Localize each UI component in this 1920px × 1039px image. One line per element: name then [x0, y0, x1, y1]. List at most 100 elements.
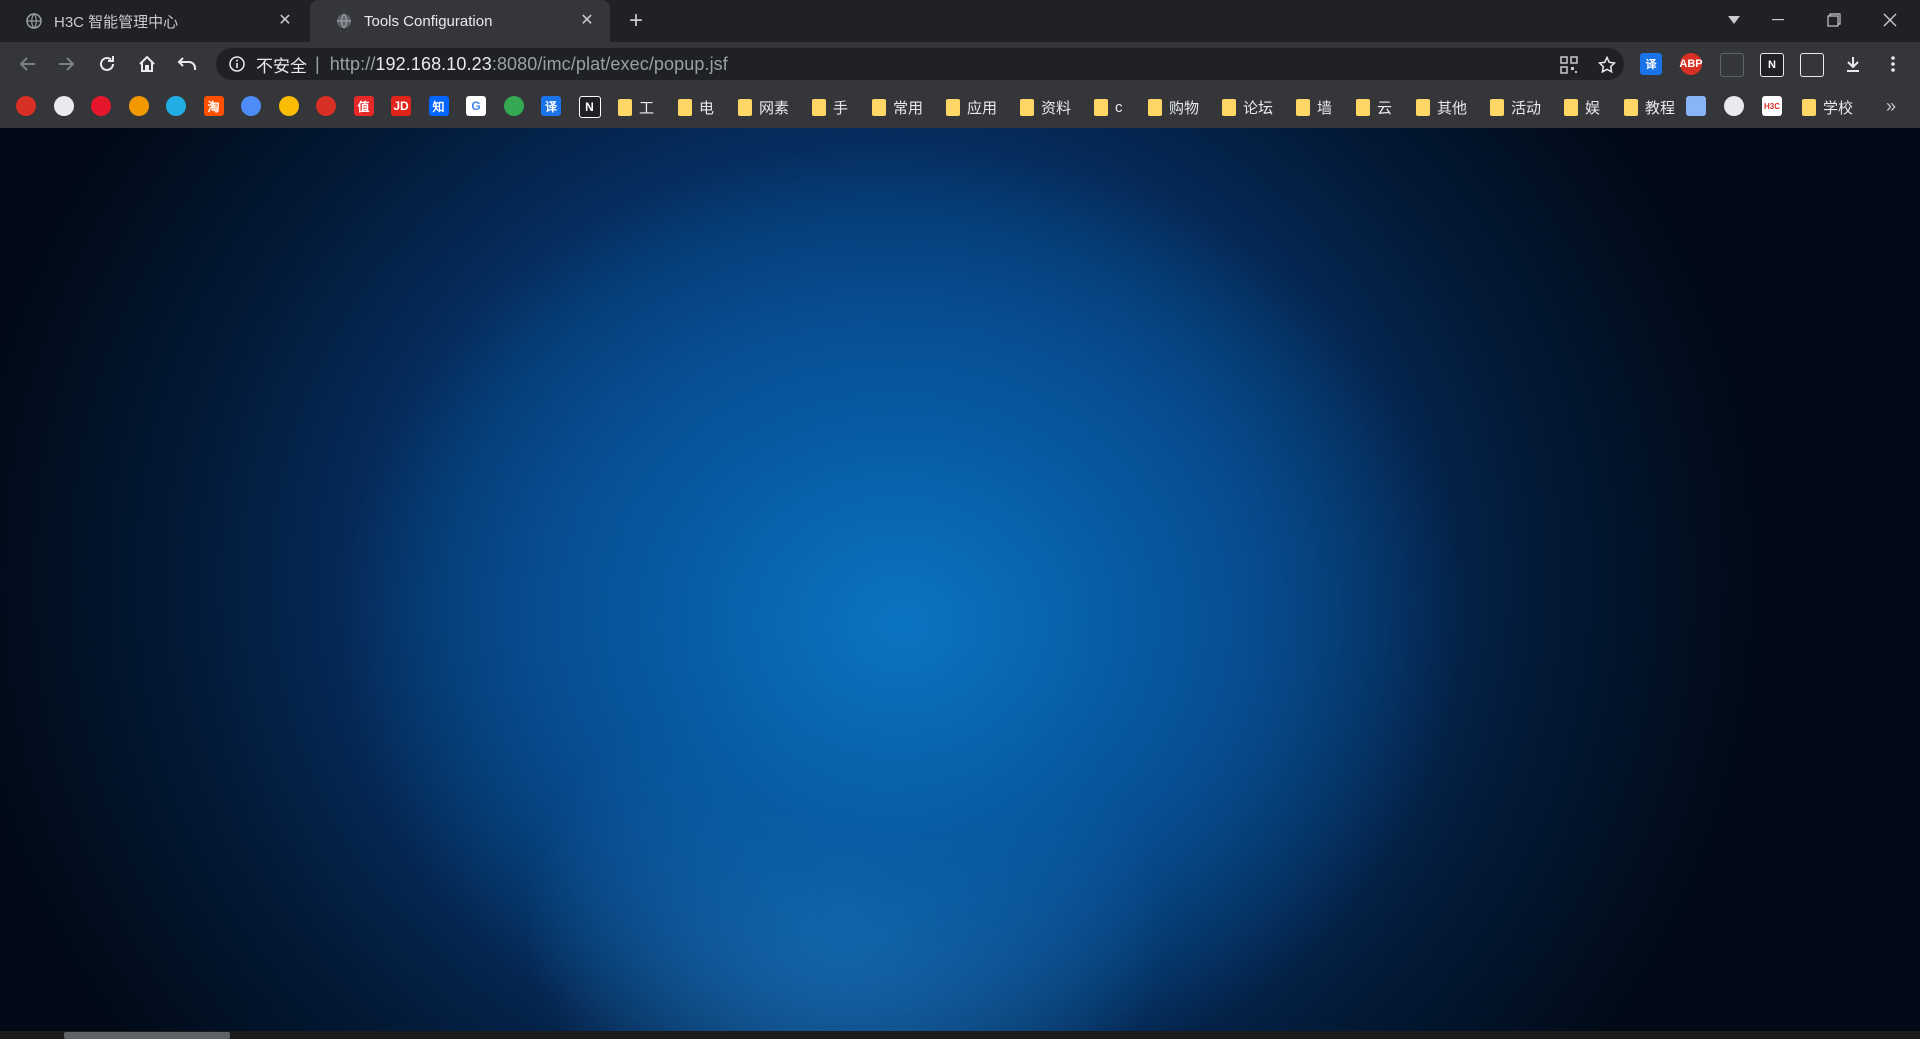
tab-tools-configuration[interactable]: Tools Configuration ✕: [310, 0, 610, 42]
folder-icon: [1020, 98, 1034, 116]
bookmark-folder-label: 购物: [1169, 99, 1200, 117]
folder-icon: [678, 98, 692, 116]
info-icon[interactable]: [228, 55, 246, 73]
jd-icon[interactable]: JD: [391, 96, 411, 116]
horizontal-scrollbar[interactable]: [0, 1031, 1920, 1039]
baidu-netdisk-icon[interactable]: [241, 96, 261, 116]
translate-extension-icon[interactable]: 译: [1640, 53, 1662, 75]
qr-code-icon[interactable]: [1558, 54, 1580, 76]
globe-icon[interactable]: [53, 96, 74, 116]
zhihu-icon[interactable]: 知: [428, 96, 449, 116]
bookmark-folder-label: 云: [1377, 99, 1393, 117]
globe-icon: [26, 13, 42, 29]
bookmark-folder-label: 应用: [967, 99, 998, 117]
folder-icon: [618, 98, 632, 116]
globe-icon: [337, 13, 351, 29]
bookmark-folder-label: 常用: [893, 99, 924, 117]
folder-icon: [872, 98, 886, 116]
folder-icon: [946, 98, 960, 116]
bookmark-folder[interactable]: 工: [618, 96, 654, 118]
back-arrow-icon: [19, 57, 35, 71]
bookmark-folder-label: 娱: [1585, 99, 1601, 117]
url-scheme: http://: [329, 53, 376, 74]
bookmark-folder-label: c: [1115, 98, 1123, 116]
forward-arrow-icon: [59, 57, 75, 71]
close-tab-icon[interactable]: ✕: [578, 12, 596, 30]
reload-button[interactable]: [92, 49, 122, 79]
close-tab-icon[interactable]: ✕: [276, 12, 294, 30]
bookmark-folder[interactable]: 墙: [1296, 96, 1332, 118]
mascot-icon[interactable]: [128, 96, 149, 116]
translate-icon[interactable]: 译: [541, 96, 561, 116]
folder-icon: [1356, 98, 1370, 116]
router-icon[interactable]: [1686, 96, 1706, 116]
minimize-button[interactable]: [1752, 0, 1804, 40]
bookmark-folder[interactable]: 教程: [1624, 96, 1675, 118]
close-window-button[interactable]: [1864, 0, 1916, 40]
taobao-icon[interactable]: 淘: [203, 96, 224, 116]
bookmark-folder[interactable]: 学校: [1802, 96, 1853, 118]
folder-icon: [1222, 98, 1236, 116]
google-icon[interactable]: G: [466, 96, 486, 116]
home-button[interactable]: [132, 49, 162, 79]
bookmark-folder-label: 教程: [1645, 99, 1676, 117]
browser-toolbar: 不安全 | http://192.168.10.23:8080/imc/plat…: [0, 42, 1920, 86]
reload-icon: [100, 56, 114, 71]
bookmark-folder-label: 手: [833, 99, 849, 117]
colorful-app-icon[interactable]: [278, 96, 299, 116]
bookmark-folder[interactable]: 资料: [1020, 96, 1071, 118]
restore-button[interactable]: [1808, 0, 1860, 40]
bookmarks-bar: » 淘 值 JD 知 G 译 N 工 电 网素 手 常用 应用 资料 c 购物 论坛 墙 云 其他 活动 娱 教程 H3C 学校: [0, 86, 1920, 129]
adblock-plus-icon[interactable]: ABP: [1679, 53, 1703, 75]
new-tab-button[interactable]: +: [622, 8, 650, 36]
tab-h3c[interactable]: H3C 智能管理中心 ✕: [0, 0, 308, 42]
security-status[interactable]: 不安全: [256, 52, 307, 77]
bookmark-folder[interactable]: 其他: [1416, 96, 1467, 118]
bookmark-folder[interactable]: 云: [1356, 96, 1392, 118]
bookmark-folder[interactable]: 娱: [1564, 96, 1600, 118]
bookmark-folder[interactable]: 手: [812, 96, 848, 118]
address-separator: |: [315, 53, 320, 74]
folder-icon: [1802, 98, 1816, 116]
bookmark-folder-label: 墙: [1317, 99, 1333, 117]
notion-icon[interactable]: N: [578, 96, 601, 118]
smzdm-icon[interactable]: 值: [353, 96, 374, 116]
forward-button[interactable]: [52, 49, 82, 79]
globe-icon-2[interactable]: [1724, 96, 1744, 116]
bookmark-folder[interactable]: 购物: [1148, 96, 1199, 118]
bookmark-star-icon[interactable]: [1596, 54, 1618, 76]
bookmark-folder-label: 网素: [759, 99, 790, 117]
h3c-icon[interactable]: H3C: [1762, 96, 1782, 116]
calendar-app-icon[interactable]: [316, 96, 336, 116]
bookmarks-overflow-chevron-icon[interactable]: »: [1886, 96, 1896, 117]
address-bar[interactable]: 不安全 | http://192.168.10.23:8080/imc/plat…: [216, 48, 1624, 80]
folder-icon: [1416, 98, 1430, 116]
bookmark-folder-label: 活动: [1511, 99, 1542, 117]
folder-icon: [738, 98, 752, 116]
chrome-icon[interactable]: [503, 96, 524, 116]
bookmark-folder[interactable]: 应用: [946, 96, 997, 118]
bookmark-folder-label: 资料: [1041, 99, 1072, 117]
bookmark-folder[interactable]: 论坛: [1222, 96, 1273, 118]
bookmark-folder[interactable]: 电: [678, 96, 714, 118]
glasses-extension-icon[interactable]: [1720, 53, 1744, 77]
undo-close-tab-button[interactable]: [172, 49, 202, 79]
notion-extension-icon[interactable]: N: [1760, 53, 1784, 77]
grid-extension-icon[interactable]: [1800, 53, 1824, 77]
bookmark-folder[interactable]: 活动: [1490, 96, 1541, 118]
url-text[interactable]: http://192.168.10.23:8080/imc/plat/exec/…: [330, 54, 728, 75]
weibo-icon[interactable]: [91, 96, 111, 116]
menu-kebab-icon[interactable]: [1882, 53, 1904, 75]
bookmark-folder-label: 工: [639, 99, 655, 117]
bookmark-folder[interactable]: c: [1094, 96, 1123, 118]
bookmark-folder-label: 其他: [1437, 99, 1468, 117]
bookmark-folder[interactable]: 网素: [738, 96, 789, 118]
bilibili-icon[interactable]: [166, 96, 186, 116]
downloads-icon[interactable]: [1842, 53, 1864, 75]
red-app-icon[interactable]: [16, 96, 36, 116]
bookmark-folder[interactable]: 常用: [872, 96, 923, 118]
scrollbar-thumb[interactable]: [64, 1032, 230, 1039]
folder-icon: [812, 98, 826, 116]
folder-icon: [1094, 98, 1108, 116]
back-button[interactable]: [12, 49, 42, 79]
